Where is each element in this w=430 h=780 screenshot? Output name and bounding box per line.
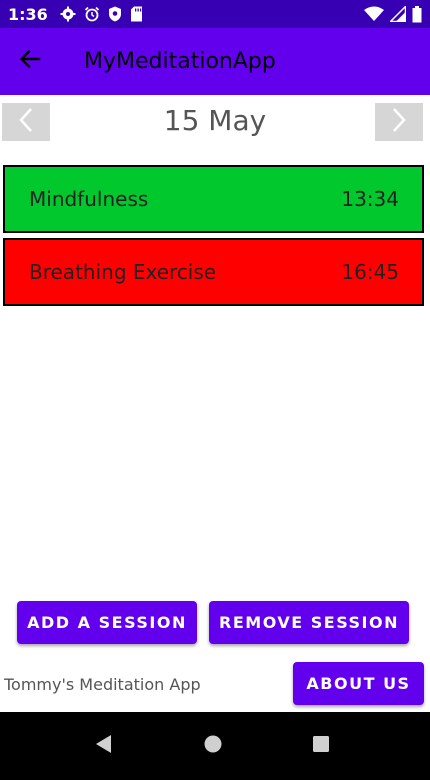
recents-square-icon <box>311 734 331 759</box>
system-navigation-bar <box>0 712 430 780</box>
session-item-breathing-exercise[interactable]: Breathing Exercise 16:45 <box>3 238 424 306</box>
alarm-icon <box>84 6 100 22</box>
next-day-button[interactable] <box>375 103 423 141</box>
chevron-right-icon <box>391 107 407 138</box>
status-time: 1:36 <box>8 4 48 24</box>
footer-text: Tommy's Meditation App <box>4 675 201 694</box>
date-navigator: 15 May <box>0 96 430 150</box>
session-name: Mindfulness <box>29 187 149 211</box>
date-label: 15 May <box>163 104 267 137</box>
home-circle-icon <box>203 734 223 759</box>
session-list: Mindfulness 13:34 Breathing Exercise 16:… <box>3 165 424 311</box>
back-triangle-icon <box>94 734 114 759</box>
app-title: MyMeditationApp <box>84 49 276 74</box>
system-home-button[interactable] <box>199 732 227 760</box>
status-bar: 1:36 <box>0 0 430 28</box>
back-button[interactable] <box>0 28 60 95</box>
session-time: 13:34 <box>341 187 399 211</box>
system-back-button[interactable] <box>90 732 118 760</box>
app-bar: MyMeditationApp <box>0 28 430 95</box>
signal-icon <box>390 6 406 22</box>
sd-card-icon <box>130 6 143 22</box>
arrow-back-icon <box>19 48 41 75</box>
add-session-button[interactable]: ADD A SESSION <box>17 601 197 644</box>
session-item-mindfulness[interactable]: Mindfulness 13:34 <box>3 165 424 233</box>
about-us-button[interactable]: ABOUT US <box>293 662 424 705</box>
session-time: 16:45 <box>341 260 399 284</box>
remove-session-button[interactable]: REMOVE SESSION <box>209 601 409 644</box>
shield-icon <box>108 6 122 22</box>
gear-icon <box>60 6 76 22</box>
status-icons-left <box>60 6 143 22</box>
system-recents-button[interactable] <box>307 732 335 760</box>
battery-icon <box>412 5 422 23</box>
session-name: Breathing Exercise <box>29 260 217 284</box>
status-icons-right <box>364 5 422 23</box>
wifi-icon <box>364 6 384 22</box>
